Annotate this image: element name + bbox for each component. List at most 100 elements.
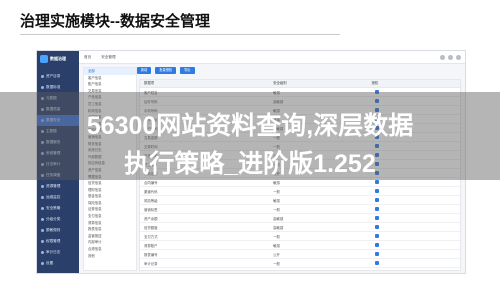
checkbox[interactable]	[375, 269, 380, 270]
cell-item: 支付方式	[144, 234, 158, 239]
sidebar-item[interactable]: 资产目录	[37, 71, 79, 82]
cell-item: 资产余额	[144, 216, 158, 221]
checkbox[interactable]	[375, 233, 380, 238]
cell-level: 敏感	[273, 243, 280, 248]
tree-item[interactable]: 理财信息	[84, 187, 136, 194]
tree-item[interactable]: 客户信息	[84, 75, 136, 82]
tab-home[interactable]: 首页	[79, 55, 96, 60]
checkbox[interactable]	[375, 206, 380, 211]
tree-item[interactable]: 报表信息	[84, 226, 136, 233]
title-divider	[20, 34, 340, 35]
cell-level: 敏感	[273, 198, 280, 203]
cell-auth	[367, 251, 460, 257]
cell-auth	[367, 269, 460, 270]
sidebar-item-label: 运维监控	[46, 195, 61, 199]
cell-level: 敏感	[273, 180, 280, 185]
tree-item[interactable]: 内部审计	[84, 239, 136, 246]
cell-item: 审计记录	[144, 261, 158, 266]
table-row[interactable]: 支付方式 一般	[140, 232, 460, 241]
batch-authorize-button[interactable]: 批量授权	[155, 67, 177, 74]
checkbox[interactable]	[375, 215, 380, 220]
tab-security[interactable]: 安全管理	[96, 55, 120, 60]
table-row[interactable]: 其他字段公开	[140, 268, 460, 271]
sidebar-item-label: 资产目录	[46, 74, 61, 78]
checkbox[interactable]	[375, 179, 380, 184]
tree-item[interactable]: 监管报送	[84, 233, 136, 240]
checkbox[interactable]	[375, 197, 380, 202]
cell-auth	[367, 233, 460, 239]
sidebar-item[interactable]: 分级分类	[37, 214, 79, 225]
cell-level: 一般	[273, 207, 280, 212]
sidebar-item[interactable]: 资源管理	[37, 181, 79, 192]
checkbox[interactable]	[375, 242, 380, 247]
menu-dot-icon	[41, 196, 44, 199]
tree-item[interactable]: 其他	[84, 253, 136, 260]
table-row[interactable]: 清算账户 敏感	[140, 241, 460, 250]
tree-item[interactable]: 证券信息	[84, 206, 136, 213]
cell-auth	[367, 224, 460, 230]
logo-icon	[40, 55, 48, 63]
menu-dot-icon	[41, 262, 44, 265]
cell-level: 一般	[273, 189, 280, 194]
sidebar-item[interactable]: 脱敏规则	[37, 225, 79, 236]
sidebar-item[interactable]: 设置	[37, 258, 79, 269]
tree-item[interactable]: 支付信息	[84, 213, 136, 220]
add-button[interactable]: 新增	[137, 67, 152, 74]
brand-name: 数据治理	[50, 56, 66, 61]
user-icon[interactable]	[448, 54, 453, 60]
table-row[interactable]: 审计记录 一般	[140, 259, 460, 268]
table-row[interactable]: 营销标签 一般	[140, 205, 460, 214]
top-bar: 首页 安全管理	[79, 51, 465, 64]
sidebar-item-label: 设置	[46, 261, 54, 265]
checkbox[interactable]	[375, 251, 380, 256]
sidebar-item[interactable]: 权限管理	[37, 236, 79, 247]
tree-item[interactable]: 清算信息	[84, 220, 136, 227]
column-header-level: 安全级别	[273, 81, 287, 85]
sidebar-item-label: 脱敏规则	[46, 228, 61, 232]
cell-item: 风险等级	[144, 198, 158, 203]
sidebar-item-label: 资源管理	[46, 184, 61, 188]
tree-item[interactable]: 合规信息	[84, 246, 136, 253]
toolbar: 新增 批量授权 导出	[137, 67, 195, 74]
cell-item: 合同编号	[144, 180, 158, 185]
cell-item: 渠道代码	[144, 189, 158, 194]
watermark-line-2: 执行策略_进阶版1.252	[124, 150, 376, 178]
cell-auth	[367, 188, 460, 194]
table-row[interactable]: 报表编号 公开	[140, 250, 460, 259]
sidebar-item-label: 分级分类	[46, 217, 61, 221]
sidebar-item[interactable]: 运维监控	[37, 192, 79, 203]
cell-level: 高敏感	[273, 216, 284, 221]
sidebar-item-label: 数据标准	[46, 85, 61, 89]
tree-item[interactable]: 账户信息	[84, 81, 136, 88]
sidebar-item[interactable]: 审计日志	[37, 247, 79, 258]
bell-icon[interactable]	[440, 54, 445, 60]
table-row[interactable]: 渠道代码 一般	[140, 187, 460, 196]
checkbox[interactable]	[375, 188, 380, 193]
sidebar-item-label: 权限管理	[46, 239, 61, 243]
tree-item[interactable]: 信贷信息	[84, 180, 136, 187]
cell-auth	[367, 215, 460, 221]
checkbox[interactable]	[375, 260, 380, 265]
cell-level: 高敏感	[273, 225, 284, 230]
cell-level: 一般	[273, 261, 280, 266]
cell-item: 报表编号	[144, 252, 158, 257]
settings-icon[interactable]	[456, 54, 461, 60]
sidebar-item[interactable]: 安全策略	[37, 203, 79, 214]
cell-item: 营销标签	[144, 207, 158, 212]
brand: 数据治理	[37, 51, 79, 67]
table-row[interactable]: 风险等级 敏感	[140, 196, 460, 205]
cell-item: 其他字段	[140, 270, 269, 271]
checkbox[interactable]	[375, 224, 380, 229]
tree-item[interactable]: 全部	[84, 68, 136, 75]
menu-dot-icon	[41, 229, 44, 232]
tree-item[interactable]: 保险信息	[84, 200, 136, 207]
cell-level: 一般	[273, 234, 280, 239]
table-row[interactable]: 资产余额 高敏感	[140, 214, 460, 223]
tree-item[interactable]: 基金信息	[84, 193, 136, 200]
menu-dot-icon	[41, 240, 44, 243]
table-header: 数据项 安全级别 授权	[140, 80, 460, 88]
export-button[interactable]: 导出	[180, 67, 195, 74]
menu-dot-icon	[41, 185, 44, 188]
table-row[interactable]: 信贷额度 高敏感	[140, 223, 460, 232]
cell-auth	[367, 242, 460, 248]
